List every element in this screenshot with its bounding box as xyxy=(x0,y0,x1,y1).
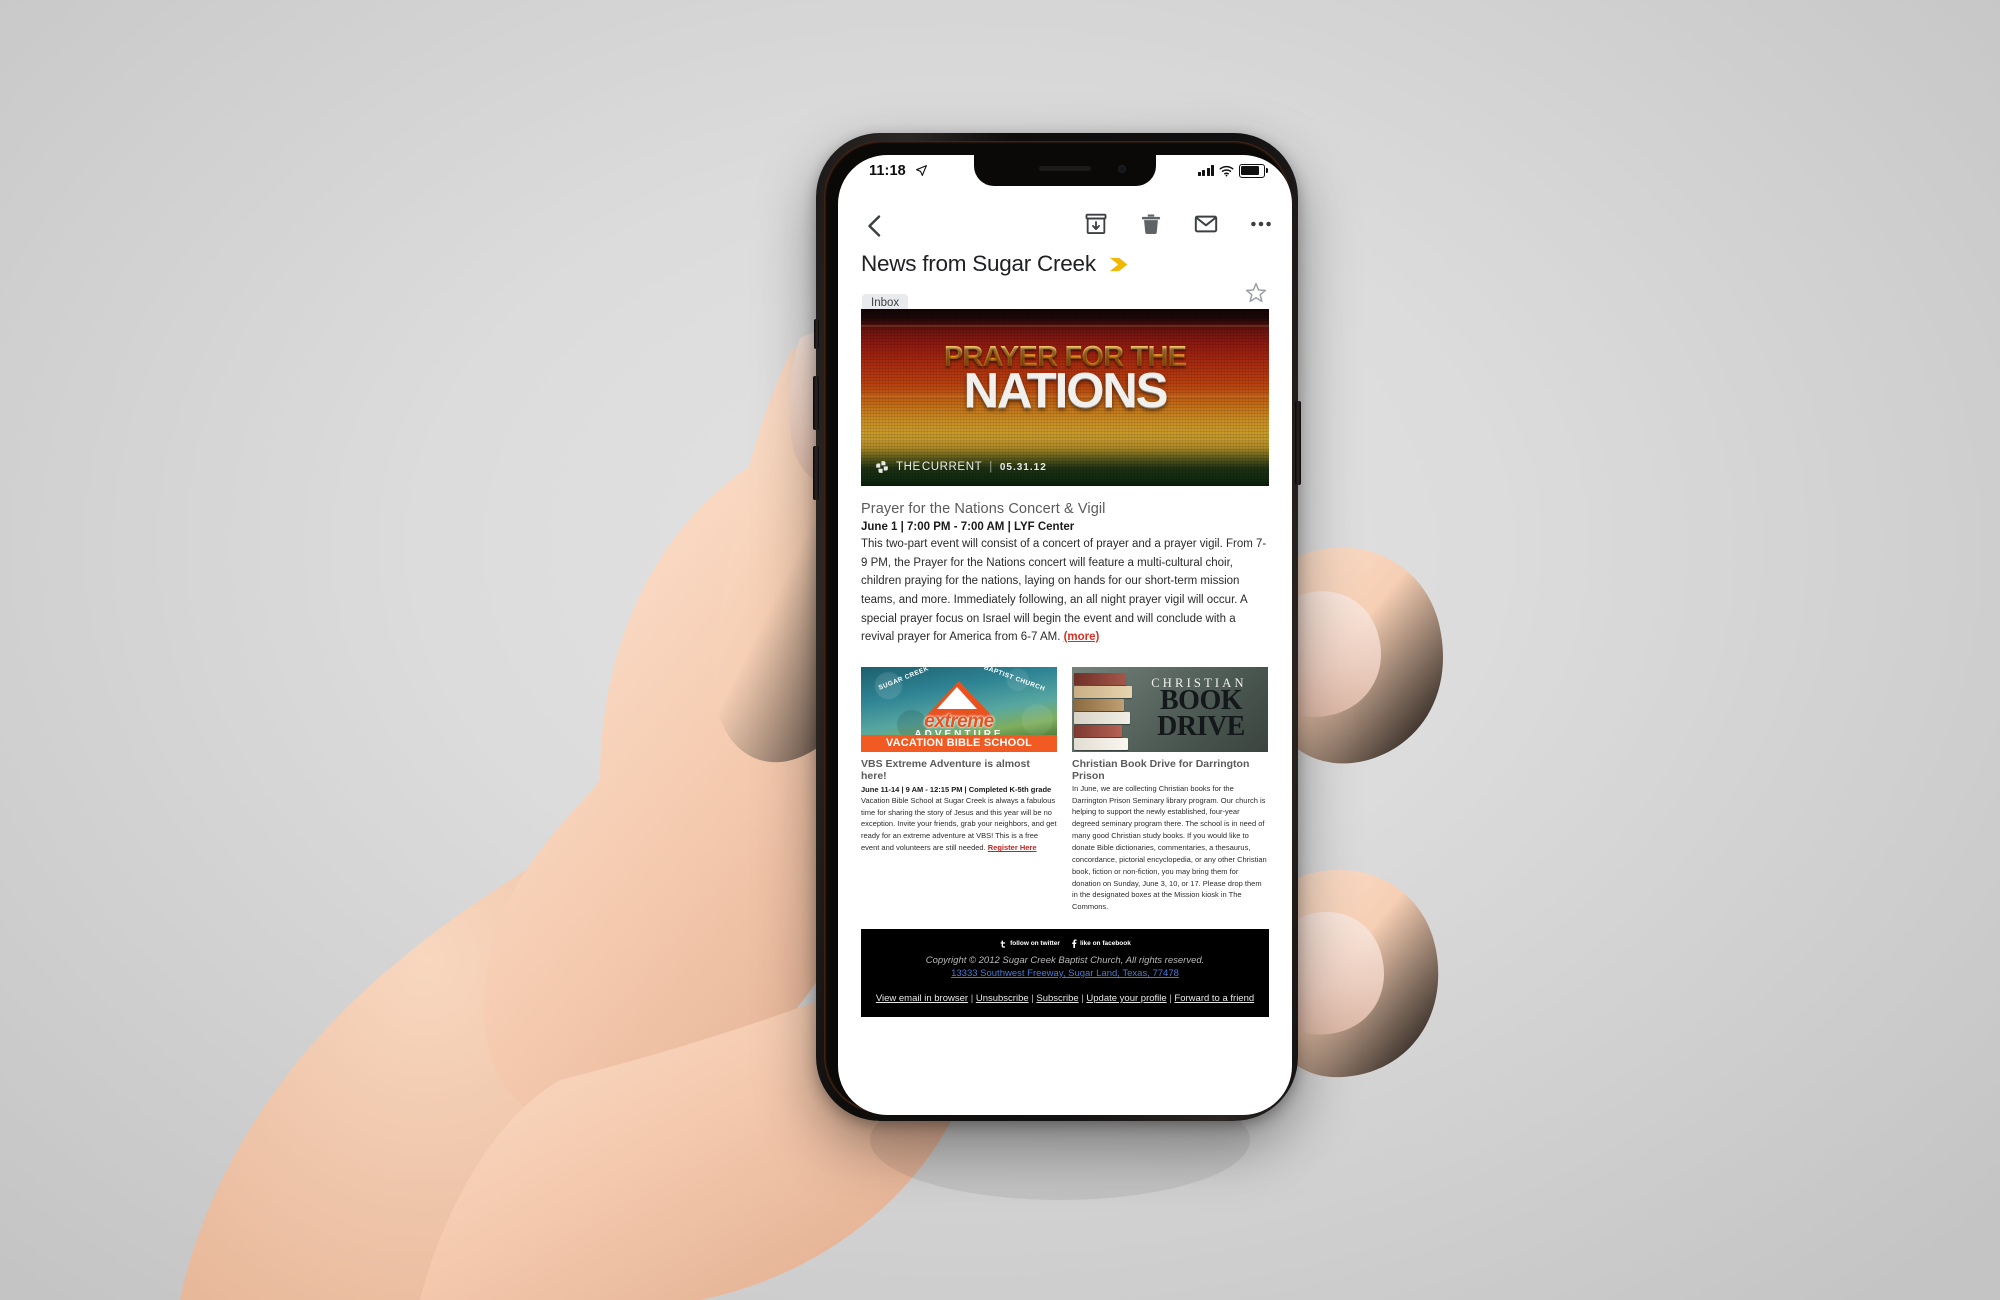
vbs-mountain-snow-icon xyxy=(937,686,977,709)
status-indicators xyxy=(1197,164,1268,178)
earpiece-speaker xyxy=(1039,166,1091,171)
front-camera xyxy=(1118,165,1126,173)
banner-brand-current: CURRENT xyxy=(921,461,983,473)
two-column-section: SUGAR CREEK BAPTIST CHURCH extreme ADVEN… xyxy=(861,666,1269,913)
book-drive-line2: BOOK xyxy=(1159,684,1243,716)
email-footer: follow on twitter like on facebook Copyr… xyxy=(861,929,1269,1018)
power-button[interactable] xyxy=(1295,401,1301,485)
link-separator-2: | xyxy=(1031,993,1034,1005)
back-chevron-icon[interactable] xyxy=(860,211,890,241)
mute-switch[interactable] xyxy=(814,319,819,349)
subscribe-link[interactable]: Subscribe xyxy=(1036,993,1078,1004)
facebook-icon xyxy=(1072,939,1077,949)
link-separator-1: | xyxy=(970,993,974,1005)
banner-divider: | xyxy=(989,461,993,473)
copyright-text: Copyright © 2012 Sugar Creek Baptist Chu… xyxy=(925,955,1205,967)
vbs-bar-text: VACATION BIBLE SCHOOL xyxy=(885,737,1033,750)
envelope-icon[interactable] xyxy=(1193,211,1219,237)
cellular-signal-icon xyxy=(1197,165,1214,177)
vbs-extreme-adventure-image[interactable]: SUGAR CREEK BAPTIST CHURCH extreme ADVEN… xyxy=(861,666,1057,752)
phone-screen: 11:18 News from Sugar Creek Inbox PRAYER… xyxy=(838,155,1292,1115)
article-meta: June 1 | 7:00 PM - 7:00 AM | LYF Center xyxy=(861,521,1075,533)
article-heading: Prayer for the Nations Concert & Vigil xyxy=(861,501,1106,517)
christian-book-drive-image[interactable]: CHRISTIAN BOOK DRIVE xyxy=(1072,666,1268,752)
star-outline-icon[interactable] xyxy=(1244,281,1268,310)
column-vbs: SUGAR CREEK BAPTIST CHURCH extreme ADVEN… xyxy=(861,666,1057,913)
trash-icon[interactable] xyxy=(1138,211,1164,237)
view-in-browser-link[interactable]: View email in browser xyxy=(876,993,968,1004)
book-drive-lines: BOOK DRIVE xyxy=(1136,684,1266,742)
link-separator-3: | xyxy=(1081,993,1084,1005)
twitter-icon xyxy=(1000,940,1006,948)
prayer-for-the-nations-banner[interactable]: PRAYER FOR THE NATIONS THE CURRENT | 05.… xyxy=(861,309,1269,486)
location-arrow-icon xyxy=(915,164,928,182)
notch xyxy=(974,155,1156,186)
link-separator-4: | xyxy=(1169,993,1172,1005)
vbs-body: Vacation Bible School at Sugar Creek is … xyxy=(861,795,1057,854)
gmail-toolbar xyxy=(838,203,1292,249)
book-drive-line3: DRIVE xyxy=(1157,710,1245,742)
book-drive-heading: Christian Book Drive for Darrington Pris… xyxy=(1072,757,1250,782)
update-profile-link[interactable]: Update your profile xyxy=(1086,993,1166,1004)
social-links: follow on twitter like on facebook xyxy=(869,939,1261,949)
banner-footer: THE CURRENT | 05.31.12 xyxy=(875,460,1047,474)
twitter-link[interactable]: follow on twitter xyxy=(999,940,1060,948)
banner-brand: THE xyxy=(896,461,921,473)
banner-date: 05.31.12 xyxy=(999,461,1047,473)
phone-bezel: 11:18 News from Sugar Creek Inbox PRAYER… xyxy=(824,141,1292,1115)
unsubscribe-link[interactable]: Unsubscribe xyxy=(976,993,1029,1004)
article-body: This two-part event will consist of a co… xyxy=(861,535,1269,647)
forward-link[interactable]: Forward to a friend xyxy=(1174,993,1254,1004)
phone-device: 11:18 News from Sugar Creek Inbox PRAYER… xyxy=(813,133,1301,1121)
status-time: 11:18 xyxy=(869,163,906,179)
vbs-title-bar: VACATION BIBLE SCHOOL xyxy=(861,734,1057,752)
archive-icon[interactable] xyxy=(1083,211,1109,237)
wifi-icon xyxy=(1219,165,1234,177)
email-body: PRAYER FOR THE NATIONS THE CURRENT | 05.… xyxy=(861,309,1269,1018)
footer-links: View email in browser | Unsubscribe | Su… xyxy=(869,992,1261,1005)
more-options-icon[interactable] xyxy=(1248,211,1274,237)
facebook-link[interactable]: like on facebook xyxy=(1071,939,1131,949)
volume-up-button[interactable] xyxy=(813,376,819,430)
subject-text: News from Sugar Creek xyxy=(861,251,1096,276)
volume-down-button[interactable] xyxy=(813,446,819,500)
column-book-drive: CHRISTIAN BOOK DRIVE Christian Book Driv… xyxy=(1072,666,1268,913)
address-link[interactable]: 13333 Southwest Freeway, Sugar Land, Tex… xyxy=(869,968,1261,979)
battery-icon xyxy=(1239,164,1268,178)
book-drive-body: In June, we are collecting Christian boo… xyxy=(1072,783,1267,912)
article-body-text: This two-part event will consist of a co… xyxy=(861,538,1267,644)
book-stack-illustration xyxy=(1072,667,1136,752)
toolbar-actions xyxy=(1083,211,1274,237)
register-here-link[interactable]: Register Here xyxy=(988,843,1037,852)
pinwheel-cross-icon xyxy=(876,461,888,473)
facebook-label: like on facebook xyxy=(1079,940,1131,948)
vbs-heading: VBS Extreme Adventure is almost here! xyxy=(861,757,1030,782)
more-link[interactable]: (more) xyxy=(1064,631,1100,643)
important-chevron-icon[interactable] xyxy=(1109,252,1129,278)
twitter-label: follow on twitter xyxy=(1010,940,1060,948)
screenshot-scene: 11:18 News from Sugar Creek Inbox PRAYER… xyxy=(0,0,2000,1300)
banner-title-bottom: NATIONS xyxy=(963,364,1169,418)
vbs-meta: June 11-14 | 9 AM - 12:15 PM | Completed… xyxy=(861,784,1052,794)
page-title: News from Sugar Creek xyxy=(861,251,1129,278)
